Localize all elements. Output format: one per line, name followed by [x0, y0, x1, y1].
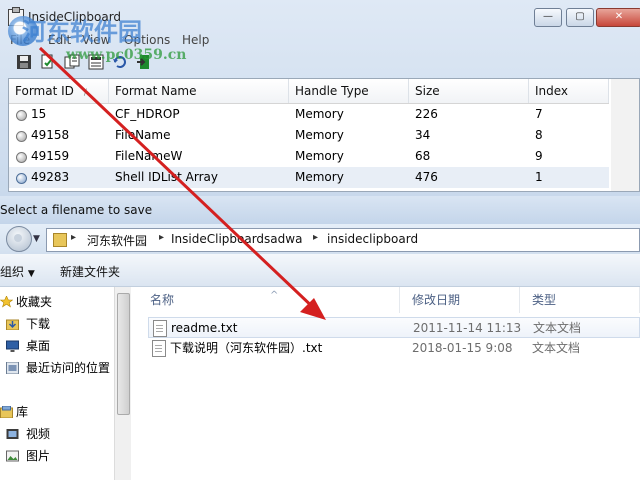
navigation-pane: 收藏夹 下载 桌面 最近访问的位置 库 视频 图片 [0, 287, 131, 480]
organize-button[interactable]: 组织 ▼ [0, 263, 35, 280]
copy-icon[interactable] [40, 54, 56, 70]
maximize-button[interactable]: ▢ [566, 8, 594, 27]
file-list[interactable]: 名称 ^ 修改日期 类型 readme.txt 2011-11-14 11:13… [138, 287, 640, 480]
column-index[interactable]: Index [529, 79, 609, 103]
nav-item-desktop[interactable]: 桌面 [0, 335, 112, 357]
column-size[interactable]: Size [409, 79, 529, 103]
cell-size: 34 [415, 128, 431, 142]
cell-handle-type: Memory [295, 128, 344, 142]
insideclipboard-window: InsideClipboard — ▢ ✕ File Edit View Opt… [0, 0, 640, 197]
list-scrollbar[interactable] [611, 79, 639, 191]
cell-handle-type: Memory [295, 107, 344, 121]
sort-up-icon: ^ [270, 290, 279, 301]
file-type: 文本文档 [533, 321, 582, 335]
cell-index: 9 [535, 149, 543, 163]
cell-index: 1 [535, 170, 543, 184]
file-name: 下载说明（河东软件园）.txt [170, 341, 323, 355]
list-item[interactable]: readme.txt 2011-11-14 11:13 文本文档 [148, 317, 640, 338]
column-name[interactable]: 名称 ^ [138, 287, 400, 313]
cell-format-id: 15 [31, 107, 47, 121]
chevron-down-icon: ▼ [27, 269, 35, 279]
star-icon [0, 296, 13, 308]
dialog-title: Select a filename to save [0, 196, 640, 224]
nav-scroll-thumb[interactable] [117, 293, 130, 415]
cell-format-id: 49283 [31, 170, 70, 184]
sort-arrow-icon: / [83, 88, 87, 98]
cell-index: 7 [535, 107, 543, 121]
cell-size: 68 [415, 149, 431, 163]
download-folder-icon [6, 319, 19, 330]
table-row[interactable]: 49158 FileName Memory 34 8 [9, 125, 609, 146]
table-row[interactable]: 49159 FileNameW Memory 68 9 [9, 146, 609, 167]
cell-handle-type: Memory [295, 170, 344, 184]
nav-item-pictures[interactable]: 图片 [0, 445, 112, 467]
table-row[interactable]: 49283 Shell IDList Array Memory 476 1 [9, 167, 609, 188]
cell-format-name: FileName [115, 128, 171, 142]
chevron-right-icon[interactable]: ▸ [159, 232, 164, 243]
breadcrumb-item[interactable]: 河东软件园 [87, 232, 147, 249]
clipboard-formats-list[interactable]: Format ID / Format Name Handle Type Size … [8, 78, 640, 192]
history-dropdown-icon[interactable]: ▼ [33, 234, 40, 244]
picture-library-icon [6, 450, 19, 462]
nav-item-recent[interactable]: 最近访问的位置 [0, 357, 112, 379]
cell-size: 476 [415, 170, 438, 184]
column-type[interactable]: 类型 [520, 287, 640, 313]
cell-format-id: 49159 [31, 149, 70, 163]
watermark-url: www.pc0359.cn [66, 47, 187, 63]
table-row[interactable]: 15 CF_HDROP Memory 226 7 [9, 104, 609, 125]
file-name: readme.txt [171, 321, 238, 335]
close-button[interactable]: ✕ [596, 8, 640, 27]
command-bar: 组织 ▼ 新建文件夹 [0, 254, 640, 287]
text-file-icon [153, 320, 167, 337]
cell-index: 8 [535, 128, 543, 142]
column-handle-type[interactable]: Handle Type [289, 79, 409, 103]
column-date-modified[interactable]: 修改日期 [400, 287, 520, 313]
save-file-dialog: Select a filename to save ▼ ▸ 河东软件园 ▸ In… [0, 196, 640, 480]
cell-format-name: Shell IDList Array [115, 170, 218, 184]
cell-handle-type: Memory [295, 149, 344, 163]
file-date: 2018-01-15 9:08 [412, 341, 513, 355]
desktop-icon [6, 340, 19, 352]
minimize-button[interactable]: — [534, 8, 562, 27]
nav-item-videos[interactable]: 视频 [0, 423, 112, 445]
nav-scrollbar[interactable] [114, 287, 131, 480]
list-header: Format ID / Format Name Handle Type Size … [9, 79, 609, 104]
cell-format-name: CF_HDROP [115, 107, 180, 121]
file-type: 文本文档 [532, 341, 581, 355]
address-bar[interactable]: ▸ 河东软件园 ▸ InsideClipboardsadwa ▸ insidec… [46, 228, 640, 252]
text-file-icon [152, 340, 166, 357]
nav-item-favorites[interactable]: 收藏夹 [0, 291, 112, 313]
folder-icon [53, 233, 67, 247]
column-format-name[interactable]: Format Name [109, 79, 289, 103]
menu-help[interactable]: Help [182, 33, 209, 47]
list-item[interactable]: 下载说明（河东软件园）.txt 2018-01-15 9:08 文本文档 [148, 338, 640, 359]
recent-places-icon [6, 362, 19, 374]
nav-item-downloads[interactable]: 下载 [0, 313, 112, 335]
new-folder-button[interactable]: 新建文件夹 [60, 263, 120, 280]
address-row: ▼ ▸ 河东软件园 ▸ InsideClipboardsadwa ▸ insid… [0, 224, 640, 254]
video-library-icon [6, 429, 19, 439]
nav-item-libraries[interactable]: 库 [0, 401, 112, 423]
save-icon[interactable] [16, 54, 32, 70]
back-button[interactable] [6, 226, 32, 252]
file-date: 2011-11-14 11:13 [413, 321, 522, 335]
chevron-right-icon[interactable]: ▸ [71, 232, 76, 243]
watermark-text: 河东软件园 [22, 17, 142, 46]
breadcrumb-item[interactable]: InsideClipboardsadwa [171, 232, 302, 246]
column-format-id[interactable]: Format ID / [9, 79, 109, 103]
cell-size: 226 [415, 107, 438, 121]
library-icon [0, 406, 13, 418]
cell-format-id: 49158 [31, 128, 70, 142]
breadcrumb-item[interactable]: insideclipboard [327, 232, 418, 246]
cell-format-name: FileNameW [115, 149, 183, 163]
chevron-right-icon[interactable]: ▸ [313, 232, 318, 243]
